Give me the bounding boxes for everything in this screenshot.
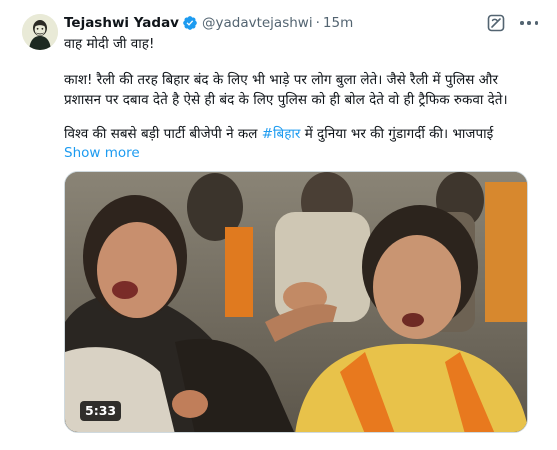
tweet-text-segment: में दुनिया भर की गुंडागर्दी की। भाजपाई bbox=[300, 126, 494, 142]
more-dot bbox=[520, 21, 524, 25]
more-dot bbox=[527, 21, 531, 25]
tweet-text-line: विश्व की सबसे बड़ी पार्टी बीजेपी ने कल #… bbox=[64, 124, 493, 144]
verified-badge-icon bbox=[182, 15, 198, 31]
tweet-header: Tejashwi Yadav @yadavtejashwi · 15m bbox=[64, 13, 353, 33]
author-name[interactable]: Tejashwi Yadav bbox=[64, 15, 179, 31]
more-dot bbox=[534, 21, 538, 25]
video-thumbnail[interactable] bbox=[64, 171, 528, 433]
author-handle[interactable]: @yadavtejashwi bbox=[202, 15, 313, 31]
video-duration-badge: 5:33 bbox=[80, 401, 122, 421]
timestamp[interactable]: 15m bbox=[323, 15, 353, 31]
video-frame-illustration bbox=[65, 172, 527, 432]
show-more-link[interactable]: Show more bbox=[64, 143, 140, 163]
more-options-icon[interactable] bbox=[518, 14, 540, 32]
tweet[interactable]: Tejashwi Yadav @yadavtejashwi · 15m वाह … bbox=[0, 0, 557, 450]
grok-icon[interactable] bbox=[487, 14, 505, 32]
avatar[interactable] bbox=[22, 14, 58, 50]
tweet-text-line: काश! रैली की तरह बिहार बंद के लिए भी भाड… bbox=[64, 72, 498, 88]
separator-dot: · bbox=[315, 15, 320, 31]
tweet-text-segment: विश्व की सबसे बड़ी पार्टी बीजेपी ने कल bbox=[64, 126, 262, 142]
avatar-illustration bbox=[22, 14, 58, 50]
tweet-text-line: प्रशासन पर दबाव देते है ऐसे ही बंद के लि… bbox=[64, 92, 508, 108]
tweet-text-line: वाह मोदी जी वाह! bbox=[64, 36, 155, 52]
hashtag-link[interactable]: #बिहार bbox=[262, 126, 301, 142]
